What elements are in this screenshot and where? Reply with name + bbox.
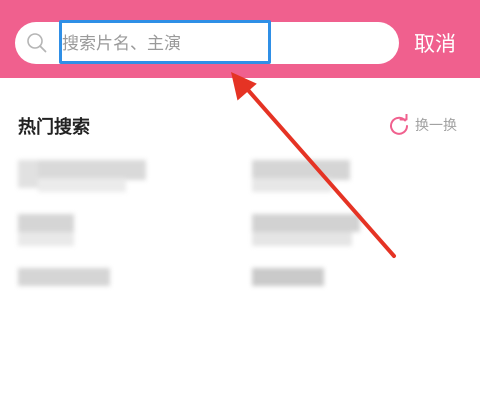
annotation-arrow-icon [231, 72, 396, 258]
